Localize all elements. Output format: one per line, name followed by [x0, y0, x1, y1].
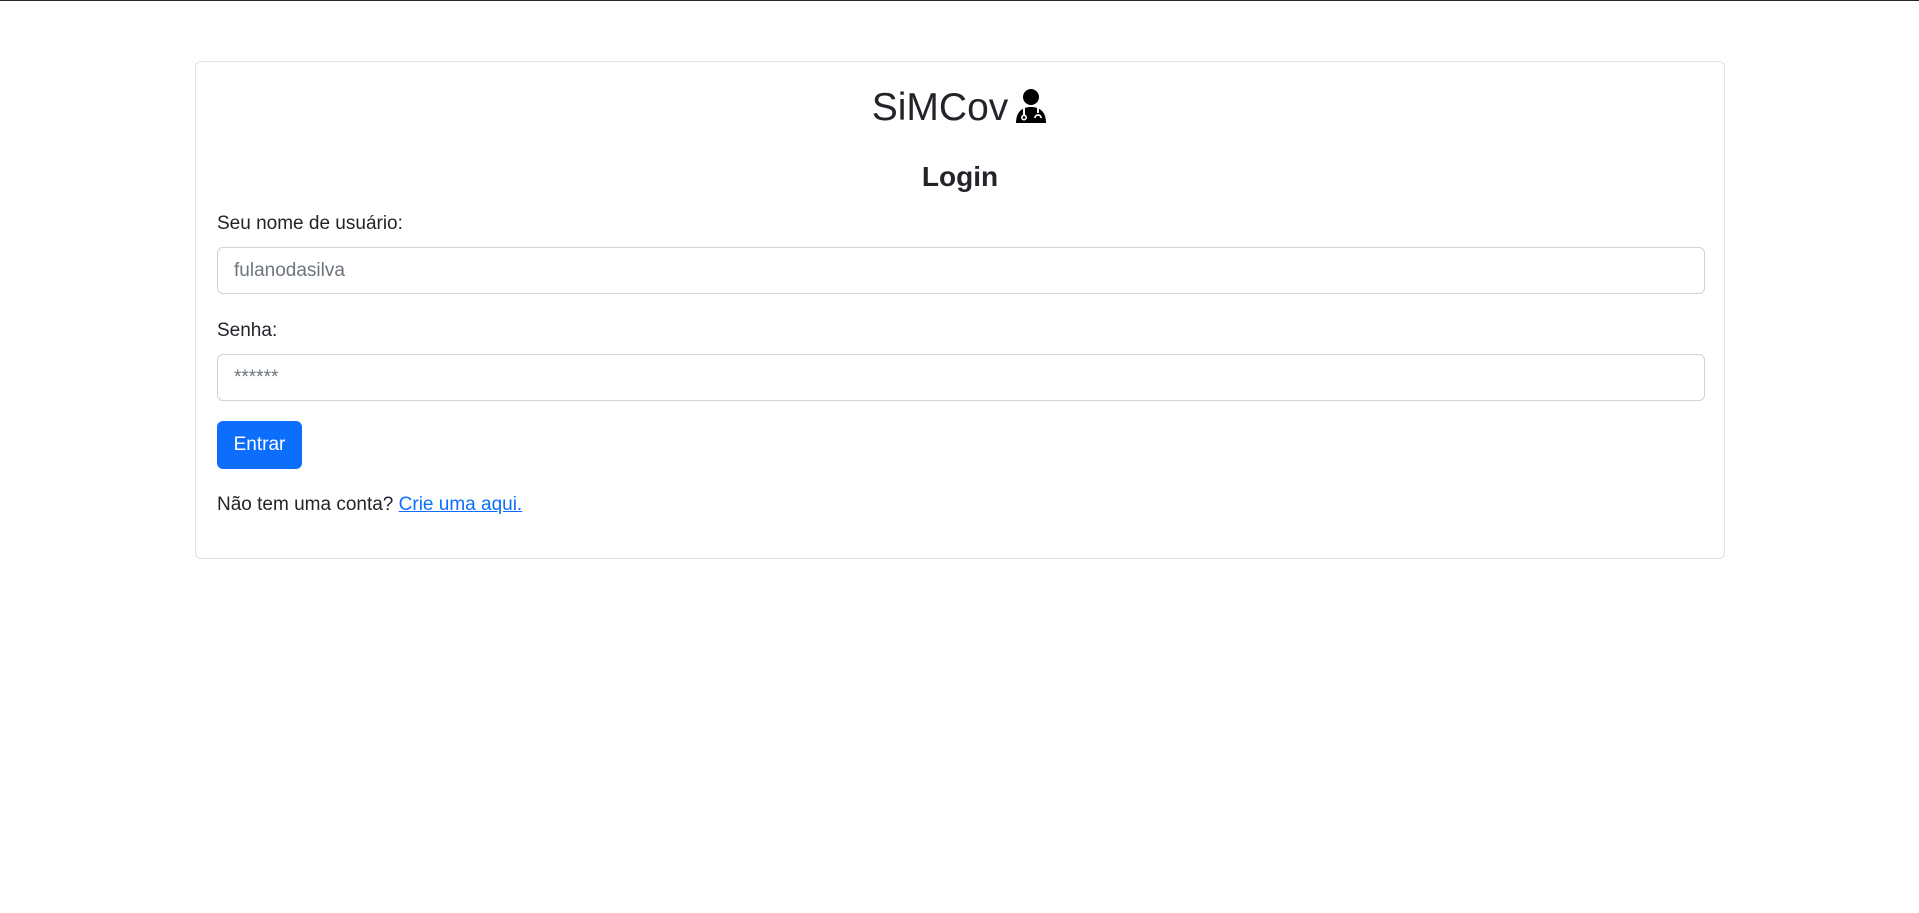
username-input[interactable] [217, 247, 1705, 294]
user-doctor-icon [1014, 88, 1048, 124]
login-card: SiMCov Login Seu nome de usuário: Senha:… [195, 61, 1725, 559]
app-title: SiMCov [871, 86, 1009, 129]
login-submit-button[interactable]: Entrar [217, 421, 302, 469]
signup-prompt-text: Não tem uma conta? [217, 494, 394, 515]
signup-prompt-line: Não tem uma conta? Crie uma aqui. [217, 493, 522, 517]
top-border-line [0, 0, 1919, 1]
signup-link[interactable]: Crie uma aqui. [399, 494, 523, 515]
password-label: Senha: [217, 320, 278, 341]
username-label: Seu nome de usuário: [217, 213, 403, 234]
login-heading: Login [921, 161, 999, 192]
brand-header: SiMCov [196, 84, 1724, 132]
password-input[interactable] [217, 354, 1705, 401]
